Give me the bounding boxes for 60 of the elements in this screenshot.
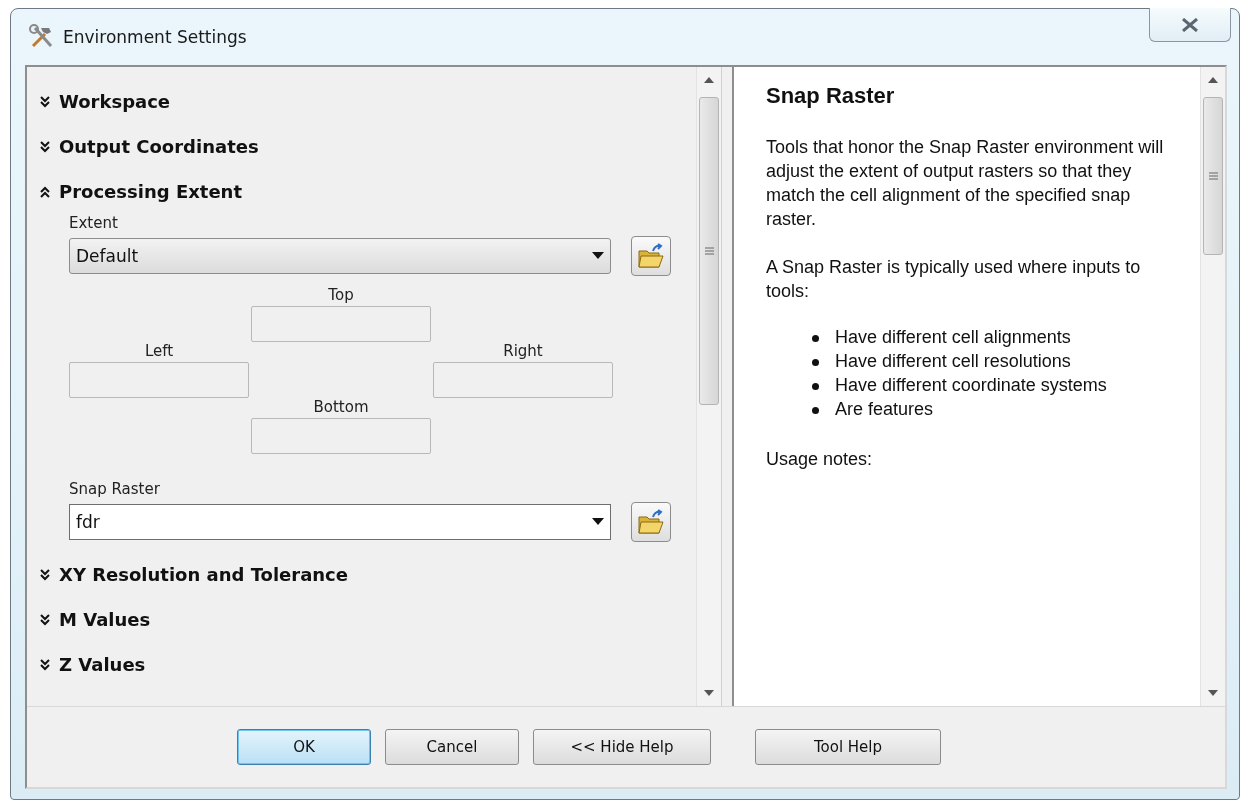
section-header[interactable]: Output Coordinates (39, 124, 696, 169)
field-label: Right (503, 342, 543, 360)
bullet-icon (812, 335, 819, 342)
extent-dropdown[interactable]: Default (69, 238, 611, 274)
expand-icon[interactable] (39, 95, 51, 108)
expand-icon[interactable] (39, 568, 51, 581)
scrollbar[interactable] (1200, 67, 1225, 706)
bullet-text: Have different cell resolutions (835, 350, 1071, 373)
expand-icon[interactable] (39, 140, 51, 153)
dropdown-arrow-icon[interactable] (592, 518, 604, 526)
field-label: Snap Raster (69, 480, 161, 498)
scroll-down-icon[interactable] (1208, 690, 1218, 696)
section-header[interactable]: Workspace (39, 79, 696, 124)
input-field[interactable] (69, 362, 249, 398)
expand-icon[interactable] (39, 658, 51, 671)
browse-button[interactable] (631, 236, 671, 276)
bullet-icon (812, 359, 819, 366)
field-label: Left (144, 342, 174, 360)
help-paragraph: A Snap Raster is typically used where inputs to tools: (766, 256, 1142, 303)
browse-button[interactable] (631, 502, 671, 542)
scrollbar[interactable] (696, 67, 721, 706)
scroll-thumb[interactable] (699, 97, 719, 405)
dropdown-arrow-icon[interactable] (592, 252, 604, 260)
section-header[interactable]: XY Resolution and Tolerance (39, 552, 696, 597)
field-label: Top (328, 286, 354, 304)
scroll-down-icon[interactable] (704, 690, 714, 696)
folder-icon (637, 509, 665, 535)
field-label: Extent (69, 214, 119, 232)
window-title: Environment Settings (63, 27, 247, 47)
bullet-text: Have different cell alignments (835, 326, 1071, 349)
bullet-text: Have different coordinate systems (835, 374, 1107, 397)
collapse-icon[interactable] (39, 185, 51, 198)
help-paragraph: Usage notes: (766, 448, 874, 471)
help-title: Snap Raster (766, 83, 896, 109)
grip-icon (1208, 172, 1218, 180)
tools-icon (29, 24, 55, 50)
scroll-up-icon[interactable] (704, 77, 714, 83)
bullet-icon (812, 407, 819, 414)
help-paragraph: Tools that honor the Snap Raster environment will adjust the extent of output rasters so that they match the cell alignment of the specified snap raster. (766, 136, 1165, 231)
dialog-button[interactable]: << Hide Help (533, 729, 711, 765)
bullet-text: Are features (835, 398, 934, 421)
scroll-thumb[interactable] (1203, 97, 1223, 255)
snap-raster-dropdown[interactable]: fdr (69, 504, 611, 540)
folder-icon (637, 243, 665, 269)
input-field[interactable] (251, 306, 431, 342)
bullet-icon (812, 383, 819, 390)
field-label: Bottom (313, 398, 369, 416)
close-icon (1181, 17, 1199, 32)
close-button[interactable] (1149, 8, 1231, 42)
grip-icon (704, 247, 714, 255)
expand-icon[interactable] (39, 613, 51, 626)
input-field[interactable] (433, 362, 613, 398)
section-header[interactable]: M Values (39, 597, 696, 642)
dialog-button[interactable]: Tool Help (755, 729, 941, 765)
section-header[interactable]: Processing Extent (39, 169, 696, 214)
dialog-button[interactable]: Cancel (385, 729, 519, 765)
scroll-up-icon[interactable] (1208, 77, 1218, 83)
section-header[interactable]: Z Values (39, 642, 696, 687)
input-field[interactable] (251, 418, 431, 454)
dialog-button[interactable]: OK (237, 729, 371, 765)
